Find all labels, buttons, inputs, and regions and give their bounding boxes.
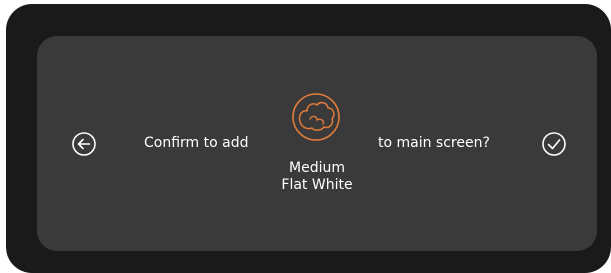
- confirm-dialog: Confirm to add Medium Flat White to main…: [37, 36, 597, 251]
- prompt-text-after: to main screen?: [378, 135, 490, 151]
- flat-white-drink-icon: [292, 93, 340, 141]
- confirm-check-icon[interactable]: [539, 129, 569, 159]
- back-arrow-icon[interactable]: [69, 129, 99, 159]
- drink-name: Flat White: [281, 177, 353, 193]
- drink-label: Medium Flat White: [267, 160, 367, 194]
- prompt-text-before: Confirm to add: [144, 135, 249, 151]
- device-frame: Confirm to add Medium Flat White to main…: [6, 4, 611, 273]
- drink-size: Medium: [289, 160, 345, 176]
